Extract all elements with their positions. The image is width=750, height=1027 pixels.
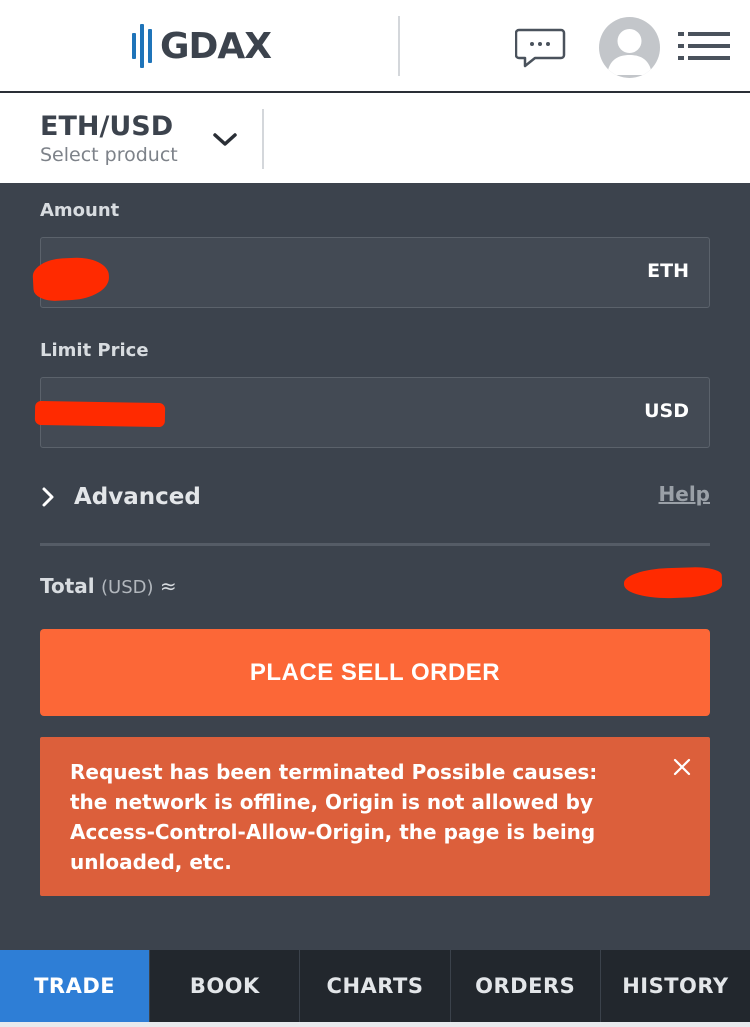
- top-header: GDAX: [0, 0, 750, 93]
- close-icon[interactable]: [672, 757, 692, 777]
- limit-price-redaction: [34, 400, 166, 428]
- product-divider: [262, 109, 264, 169]
- tab-history[interactable]: HISTORY: [599, 950, 750, 1022]
- limit-price-unit: USD: [644, 400, 689, 422]
- limit-price-input[interactable]: USD: [34, 377, 710, 448]
- place-sell-order-button[interactable]: PLACE SELL ORDER: [40, 629, 710, 716]
- amount-label: Amount: [40, 200, 120, 221]
- product-selector[interactable]: ETH/USD Select product: [40, 111, 250, 171]
- tab-book[interactable]: BOOK: [149, 950, 299, 1022]
- tab-orders[interactable]: ORDERS: [449, 950, 600, 1022]
- total-value-redaction: [623, 566, 723, 600]
- bottom-strip: [0, 1022, 750, 1027]
- logo-bars-icon: [132, 24, 152, 68]
- chat-button[interactable]: [514, 28, 567, 70]
- tab-trade[interactable]: TRADE: [0, 950, 150, 1022]
- user-avatar-icon: [607, 29, 652, 75]
- place-sell-order-label: PLACE SELL ORDER: [249, 658, 501, 686]
- total-currency: (USD): [101, 577, 154, 598]
- amount-input[interactable]: ETH: [31, 237, 710, 308]
- limit-price-label: Limit Price: [40, 340, 149, 361]
- total-row: Total (USD) ≈: [40, 574, 177, 598]
- menu-button[interactable]: [678, 30, 732, 62]
- product-subtitle: Select product: [40, 144, 178, 166]
- amount-redaction: [31, 256, 111, 302]
- advanced-toggle[interactable]: Advanced: [40, 480, 201, 514]
- error-message: Request has been terminated Possible cau…: [70, 760, 598, 874]
- advanced-label: Advanced: [74, 484, 201, 510]
- avatar[interactable]: [599, 17, 660, 78]
- chevron-down-icon: [213, 133, 237, 146]
- product-bar: ETH/USD Select product: [0, 93, 750, 183]
- header-divider: [398, 16, 400, 76]
- divider: [40, 543, 710, 546]
- total-label: Total: [40, 574, 95, 598]
- help-link[interactable]: Help: [659, 482, 710, 506]
- chevron-right-icon: [42, 487, 54, 507]
- hamburger-menu-icon: [678, 32, 730, 60]
- product-name: ETH/USD: [40, 111, 174, 142]
- tab-charts[interactable]: CHARTS: [299, 950, 449, 1022]
- amount-unit: ETH: [647, 260, 689, 282]
- chat-icon: [514, 28, 566, 68]
- total-approx: ≈: [159, 574, 177, 598]
- gdax-logo[interactable]: GDAX: [132, 22, 272, 70]
- bottom-tab-bar: TRADE BOOK CHARTS ORDERS HISTORY: [0, 950, 750, 1022]
- logo-text: GDAX: [160, 25, 272, 67]
- error-alert: Request has been terminated Possible cau…: [40, 737, 710, 896]
